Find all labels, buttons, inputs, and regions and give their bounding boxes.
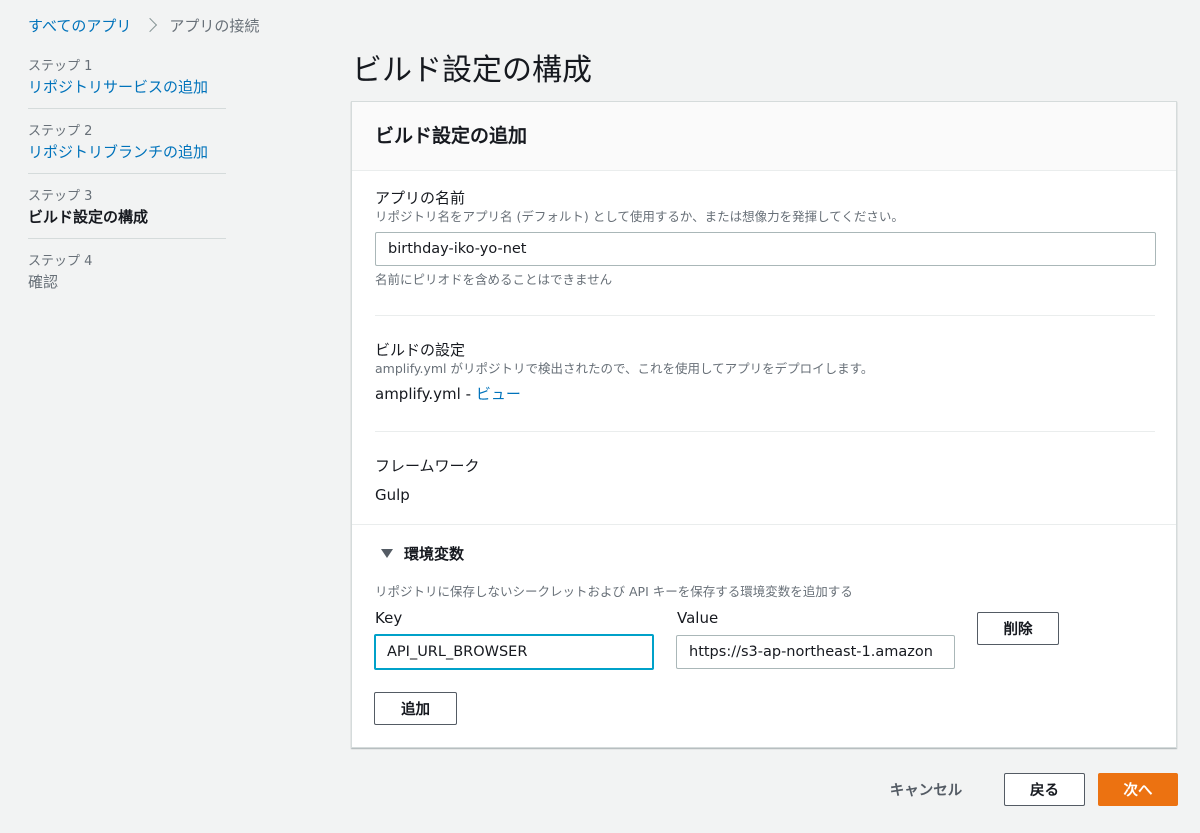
next-button[interactable]: 次へ — [1098, 773, 1178, 806]
step-number: ステップ 3 — [28, 189, 93, 204]
caret-down-icon — [381, 549, 393, 558]
breadcrumb-current: アプリの接続 — [169, 16, 260, 35]
env-value-label: Value — [677, 609, 719, 627]
build-settings-section: ビルドの設定 amplify.yml がリポジトリで検出されたので、これを使用し… — [375, 340, 1155, 405]
build-spec-row: amplify.yml - ビュー — [375, 383, 1155, 405]
framework-label: フレームワーク — [375, 457, 480, 475]
app-name-input[interactable] — [375, 232, 1156, 266]
step-3-current: ビルド設定の構成 — [28, 208, 149, 226]
build-settings-label: ビルドの設定 — [375, 341, 466, 359]
step-number: ステップ 2 — [28, 124, 93, 139]
app-name-hint: 名前にピリオドを含めることはできません — [375, 272, 613, 287]
build-settings-description: amplify.yml がリポジトリで検出されたので、これを使用してアプリをデプ… — [375, 361, 874, 376]
step-number: ステップ 1 — [28, 59, 93, 74]
panel-title: ビルド設定の追加 — [375, 125, 528, 147]
wizard-steps-nav: ステップ 1 リポジトリサービスの追加 ステップ 2 リポジトリブランチの追加 … — [28, 54, 226, 313]
step-4-disabled: 確認 — [28, 273, 59, 291]
divider — [375, 431, 1155, 432]
app-name-description: リポジトリ名をアプリ名 (デフォルト) として使用するか、または想像力を発揮して… — [375, 209, 904, 224]
env-vars-toggle[interactable]: 環境変数 — [375, 543, 1155, 564]
step-1-link[interactable]: リポジトリサービスの追加 — [28, 76, 226, 98]
delete-env-var-button[interactable]: 削除 — [977, 612, 1059, 645]
env-vars-toggle-label: 環境変数 — [404, 545, 465, 563]
breadcrumb: すべてのアプリ アプリの接続 — [28, 14, 259, 36]
env-value-input[interactable] — [676, 635, 955, 669]
back-button[interactable]: 戻る — [1004, 773, 1085, 806]
env-key-label: Key — [375, 609, 403, 627]
divider — [352, 524, 1176, 525]
env-vars-description: リポジトリに保存しないシークレットおよび API キーを保存する環境変数を追加す… — [375, 584, 853, 599]
step-2-link[interactable]: リポジトリブランチの追加 — [28, 141, 226, 163]
chevron-right-icon — [143, 17, 158, 33]
app-name-section: アプリの名前 リポジトリ名をアプリ名 (デフォルト) として使用するか、または想… — [375, 188, 1156, 288]
env-key-input[interactable] — [374, 634, 654, 670]
app-name-label: アプリの名前 — [375, 189, 466, 207]
env-vars-section: 環境変数 — [375, 543, 1155, 564]
cancel-button[interactable]: キャンセル — [872, 773, 980, 806]
build-spec-file: amplify.yml - — [375, 385, 472, 403]
panel-header: ビルド設定の追加 — [352, 102, 1176, 171]
build-settings-panel: ビルド設定の追加 アプリの名前 リポジトリ名をアプリ名 (デフォルト) として使… — [351, 101, 1177, 748]
framework-section: フレームワーク Gulp — [375, 456, 1155, 506]
step-3: ステップ 3 ビルド設定の構成 — [28, 184, 226, 239]
divider — [375, 315, 1155, 316]
step-number: ステップ 4 — [28, 254, 93, 269]
breadcrumb-all-apps-link[interactable]: すべてのアプリ — [28, 15, 131, 36]
framework-value: Gulp — [375, 486, 410, 504]
view-build-spec-link[interactable]: ビュー — [476, 385, 521, 403]
step-4: ステップ 4 確認 — [28, 249, 226, 303]
step-1: ステップ 1 リポジトリサービスの追加 — [28, 54, 226, 109]
add-env-var-button[interactable]: 追加 — [374, 692, 457, 725]
step-2: ステップ 2 リポジトリブランチの追加 — [28, 119, 226, 174]
page-title: ビルド設定の構成 — [352, 53, 592, 88]
